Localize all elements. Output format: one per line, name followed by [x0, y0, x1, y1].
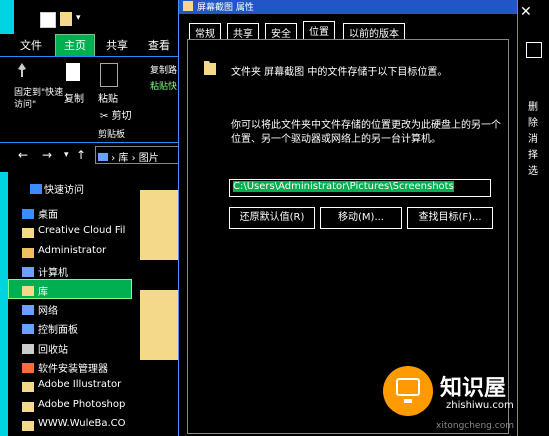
- menu-share[interactable]: 共享: [106, 37, 128, 53]
- select-label-2[interactable]: 择: [528, 146, 538, 161]
- sidebar-item[interactable]: 回收站: [38, 341, 68, 356]
- ribbon-group-label: 剪贴板: [98, 130, 126, 140]
- watermark-domain: zhishiwu.com: [446, 400, 514, 411]
- sidebar-item[interactable]: 快速访问: [44, 181, 84, 196]
- ribbon: 固定到"快速访问" 复制 粘贴 复制路 粘贴快 ✂ 剪切 剪贴板: [0, 56, 190, 143]
- breadcrumb-pictures[interactable]: 图片: [139, 153, 159, 164]
- recent-icon[interactable]: ▾: [64, 150, 69, 160]
- sidebar-item[interactable]: 软件安装管理器: [38, 360, 108, 375]
- copy-path-label[interactable]: 复制路: [150, 63, 177, 76]
- library-icon: [22, 286, 34, 296]
- monitor-icon: [396, 378, 420, 396]
- folder-icon: [183, 1, 193, 11]
- folder-icon: [203, 58, 217, 76]
- computer-icon: [22, 267, 34, 277]
- breadcrumb-library[interactable]: 库: [118, 153, 128, 164]
- sidebar-item[interactable]: 计算机: [38, 264, 68, 279]
- cut-text: 剪切: [111, 111, 132, 122]
- tab-sharing[interactable]: 共享: [227, 23, 259, 40]
- breadcrumb[interactable]: › 库 › 图片: [95, 146, 190, 164]
- find-target-button[interactable]: 查找目标(F)...: [407, 207, 493, 229]
- sidebar-item[interactable]: 控制面板: [38, 321, 78, 336]
- folder-icon: [22, 228, 34, 238]
- paste-icon[interactable]: [100, 63, 118, 87]
- user-icon: [22, 248, 34, 258]
- properties-icon[interactable]: [40, 12, 56, 28]
- select-label-1[interactable]: 消: [528, 130, 538, 145]
- folder-icon: [22, 382, 34, 392]
- dialog-titlebar: 屏幕截图 属性: [179, 0, 517, 14]
- sidebar-item[interactable]: Administrator: [38, 245, 106, 256]
- sidebar-item[interactable]: 网络: [38, 302, 58, 317]
- folder-thumbnail[interactable]: [140, 190, 180, 260]
- window-edge: [0, 0, 14, 34]
- menu-file[interactable]: 文件: [20, 37, 42, 53]
- folder-icon[interactable]: [60, 12, 72, 26]
- copy-icon[interactable]: [66, 63, 80, 81]
- pin-icon[interactable]: [12, 61, 52, 81]
- location-path-input[interactable]: C:\Users\Administrator\Pictures\Screensh…: [229, 179, 491, 197]
- scissors-icon: ✂: [100, 111, 112, 122]
- menu-home[interactable]: 主页: [55, 34, 95, 58]
- tab-location[interactable]: 位置: [303, 21, 335, 40]
- menu-view[interactable]: 查看: [148, 37, 170, 53]
- watermark-footer: xitongcheng.com: [436, 421, 514, 431]
- copy-label[interactable]: 复制: [64, 90, 84, 105]
- dialog-title: 屏幕截图 属性: [197, 3, 254, 13]
- cut-label[interactable]: ✂ 剪切: [100, 107, 132, 122]
- navigation-pane: [0, 172, 140, 436]
- watermark-logo: [383, 366, 433, 416]
- location-path-value: C:\Users\Administrator\Pictures\Screensh…: [233, 181, 454, 192]
- location-description: 文件夹 屏幕截图 中的文件存储于以下目标位置。: [231, 67, 448, 78]
- up-arrow-icon[interactable]: ↑: [76, 148, 86, 162]
- tab-security[interactable]: 安全: [265, 23, 297, 40]
- sidebar-item[interactable]: Adobe Photoshop: [38, 399, 125, 410]
- select-label-3[interactable]: 选: [528, 162, 538, 177]
- sidebar-item[interactable]: 桌面: [38, 206, 58, 221]
- sidebar-item[interactable]: WWW.WuleBa.CO: [38, 418, 126, 429]
- paste-label[interactable]: 粘贴: [98, 90, 118, 105]
- recycle-bin-icon: [22, 344, 34, 354]
- network-icon: [22, 305, 34, 315]
- info-line-2: 位置、另一个驱动器或网络上的另一台计算机。: [231, 134, 441, 145]
- new-item-icon[interactable]: [526, 42, 542, 58]
- sidebar-item[interactable]: 库: [38, 283, 48, 298]
- forward-arrow-icon[interactable]: →: [42, 148, 52, 162]
- sidebar-item[interactable]: Adobe Illustrator: [38, 379, 121, 390]
- tab-general[interactable]: 常规: [189, 23, 221, 40]
- window-edge: [0, 172, 8, 436]
- folder-icon: [22, 402, 34, 412]
- tab-previous-versions[interactable]: 以前的版本: [343, 23, 405, 40]
- sidebar-item[interactable]: Creative Cloud Fil: [38, 225, 125, 236]
- ribbon-right-group: 删 除 消 择 选: [516, 34, 549, 436]
- move-button[interactable]: 移动(M)...: [320, 207, 402, 229]
- watermark-brand: 知识屋: [440, 376, 507, 401]
- paste-shortcut-label[interactable]: 粘贴快: [150, 79, 177, 92]
- breadcrumb-chevron-icon: ›: [131, 153, 139, 164]
- monitor-stand: [404, 399, 412, 403]
- back-arrow-icon[interactable]: ←: [18, 148, 28, 162]
- restore-default-button[interactable]: 还原默认值(R): [229, 207, 315, 229]
- delete-label-1[interactable]: 删: [528, 98, 538, 113]
- dropdown-icon[interactable]: ▾: [76, 13, 81, 23]
- desktop-icon: [22, 209, 34, 219]
- folder-thumbnail[interactable]: [140, 290, 180, 360]
- control-panel-icon: [22, 324, 34, 334]
- folder-icon: [22, 421, 34, 431]
- close-icon[interactable]: ✕: [520, 4, 532, 20]
- computer-icon: [98, 153, 108, 161]
- pin-label[interactable]: 固定到"快速访问": [14, 87, 64, 111]
- address-bar: ← → ▾ ↑ › 库 › 图片: [0, 144, 190, 166]
- star-icon: [30, 184, 42, 194]
- installer-icon: [22, 363, 34, 373]
- info-line-1: 你可以将此文件夹中文件存储的位置更改为此硬盘上的另一个: [231, 120, 501, 131]
- delete-label-2[interactable]: 除: [528, 114, 538, 129]
